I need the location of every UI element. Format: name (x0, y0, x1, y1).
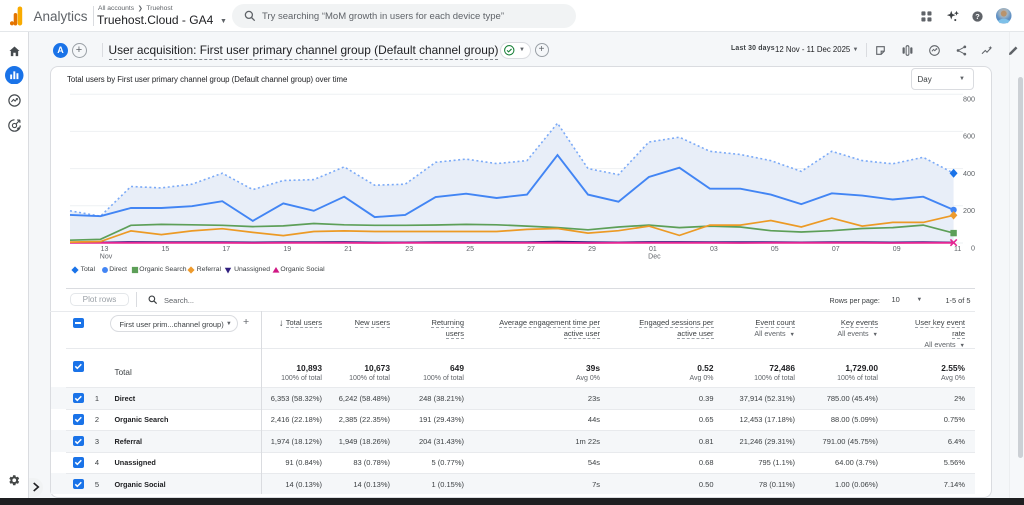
svg-text:13: 13 (101, 246, 109, 253)
svg-text:29: 29 (588, 246, 596, 253)
svg-text:21: 21 (344, 246, 352, 253)
svg-text:05: 05 (771, 246, 779, 253)
svg-text:Dec: Dec (648, 254, 661, 261)
svg-text:03: 03 (710, 246, 718, 253)
svg-text:19: 19 (283, 246, 291, 253)
svg-text:23: 23 (405, 246, 413, 253)
svg-text:27: 27 (527, 246, 535, 253)
svg-text:15: 15 (162, 246, 170, 253)
svg-text:11: 11 (954, 246, 961, 253)
svg-text:09: 09 (893, 246, 901, 253)
svg-text:07: 07 (832, 246, 840, 253)
svg-text:17: 17 (222, 246, 230, 253)
svg-text:0: 0 (971, 243, 975, 252)
svg-text:Nov: Nov (100, 254, 113, 261)
svg-text:200: 200 (963, 206, 975, 215)
svg-text:?: ? (975, 12, 980, 21)
svg-text:400: 400 (963, 169, 975, 178)
svg-text:25: 25 (466, 246, 474, 253)
svg-text:800: 800 (963, 95, 975, 104)
svg-text:01: 01 (649, 246, 657, 253)
svg-text:600: 600 (963, 132, 975, 141)
